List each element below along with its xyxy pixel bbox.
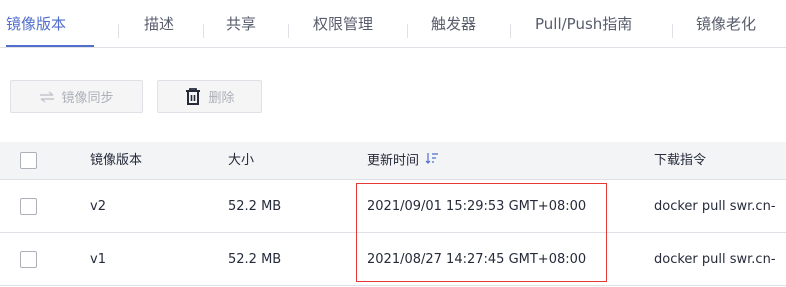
updated-time-cell: 2021/08/27 14:27:45 GMT+08:00	[367, 252, 587, 267]
pull-command-cell: docker pull swr.cn-	[654, 199, 776, 214]
tab-bar: 镜像版本 描述 共享 权限管理 触发器 Pull/Push指南 镜像老化	[0, 0, 786, 48]
tab-triggers[interactable]: 触发器	[431, 14, 476, 34]
image-versions-panel: 镜像版本 描述 共享 权限管理 触发器 Pull/Push指南 镜像老化 镜像同…	[0, 0, 786, 287]
active-tab-indicator	[6, 45, 94, 47]
size-cell: 52.2 MB	[228, 252, 282, 267]
tab-sharing[interactable]: 共享	[226, 14, 256, 34]
row-checkbox[interactable]	[20, 198, 37, 215]
tab-pull-push-guide[interactable]: Pull/Push指南	[535, 14, 632, 34]
trash-icon	[184, 87, 202, 106]
table-row: v2 52.2 MB 2021/09/01 15:29:53 GMT+08:00…	[0, 181, 786, 233]
sort-descending-icon[interactable]	[425, 152, 439, 170]
version-cell[interactable]: v1	[90, 251, 106, 269]
tab-description[interactable]: 描述	[144, 14, 174, 34]
sync-arrows-icon	[39, 90, 55, 103]
tab-divider	[407, 24, 408, 38]
column-header-version: 镜像版本	[90, 153, 143, 168]
select-all-checkbox[interactable]	[20, 152, 37, 169]
updated-time-cell: 2021/09/01 15:29:53 GMT+08:00	[367, 199, 587, 214]
tab-divider	[203, 24, 204, 38]
delete-button[interactable]: 删除	[157, 80, 262, 113]
column-header-updated[interactable]: 更新时间	[367, 152, 439, 171]
tab-divider	[288, 24, 289, 38]
tab-permissions[interactable]: 权限管理	[313, 14, 373, 34]
tab-image-aging[interactable]: 镜像老化	[696, 14, 756, 34]
column-header-updated-label: 更新时间	[367, 153, 420, 169]
tab-divider	[510, 24, 511, 38]
image-sync-label: 镜像同步	[61, 91, 114, 106]
tab-divider	[118, 24, 119, 38]
image-sync-button[interactable]: 镜像同步	[10, 80, 143, 113]
tab-divider	[672, 24, 673, 38]
tab-image-versions[interactable]: 镜像版本	[6, 14, 66, 34]
table-row: v1 52.2 MB 2021/08/27 14:27:45 GMT+08:00…	[0, 234, 786, 286]
delete-label: 删除	[208, 91, 235, 106]
size-cell: 52.2 MB	[228, 199, 282, 214]
version-cell[interactable]: v2	[90, 198, 106, 216]
pull-command-cell: docker pull swr.cn-	[654, 252, 776, 267]
table-header: 镜像版本 大小 更新时间 下载指令	[0, 142, 786, 180]
row-checkbox[interactable]	[20, 251, 37, 268]
column-header-size: 大小	[228, 153, 255, 168]
column-header-command: 下载指令	[654, 153, 707, 168]
